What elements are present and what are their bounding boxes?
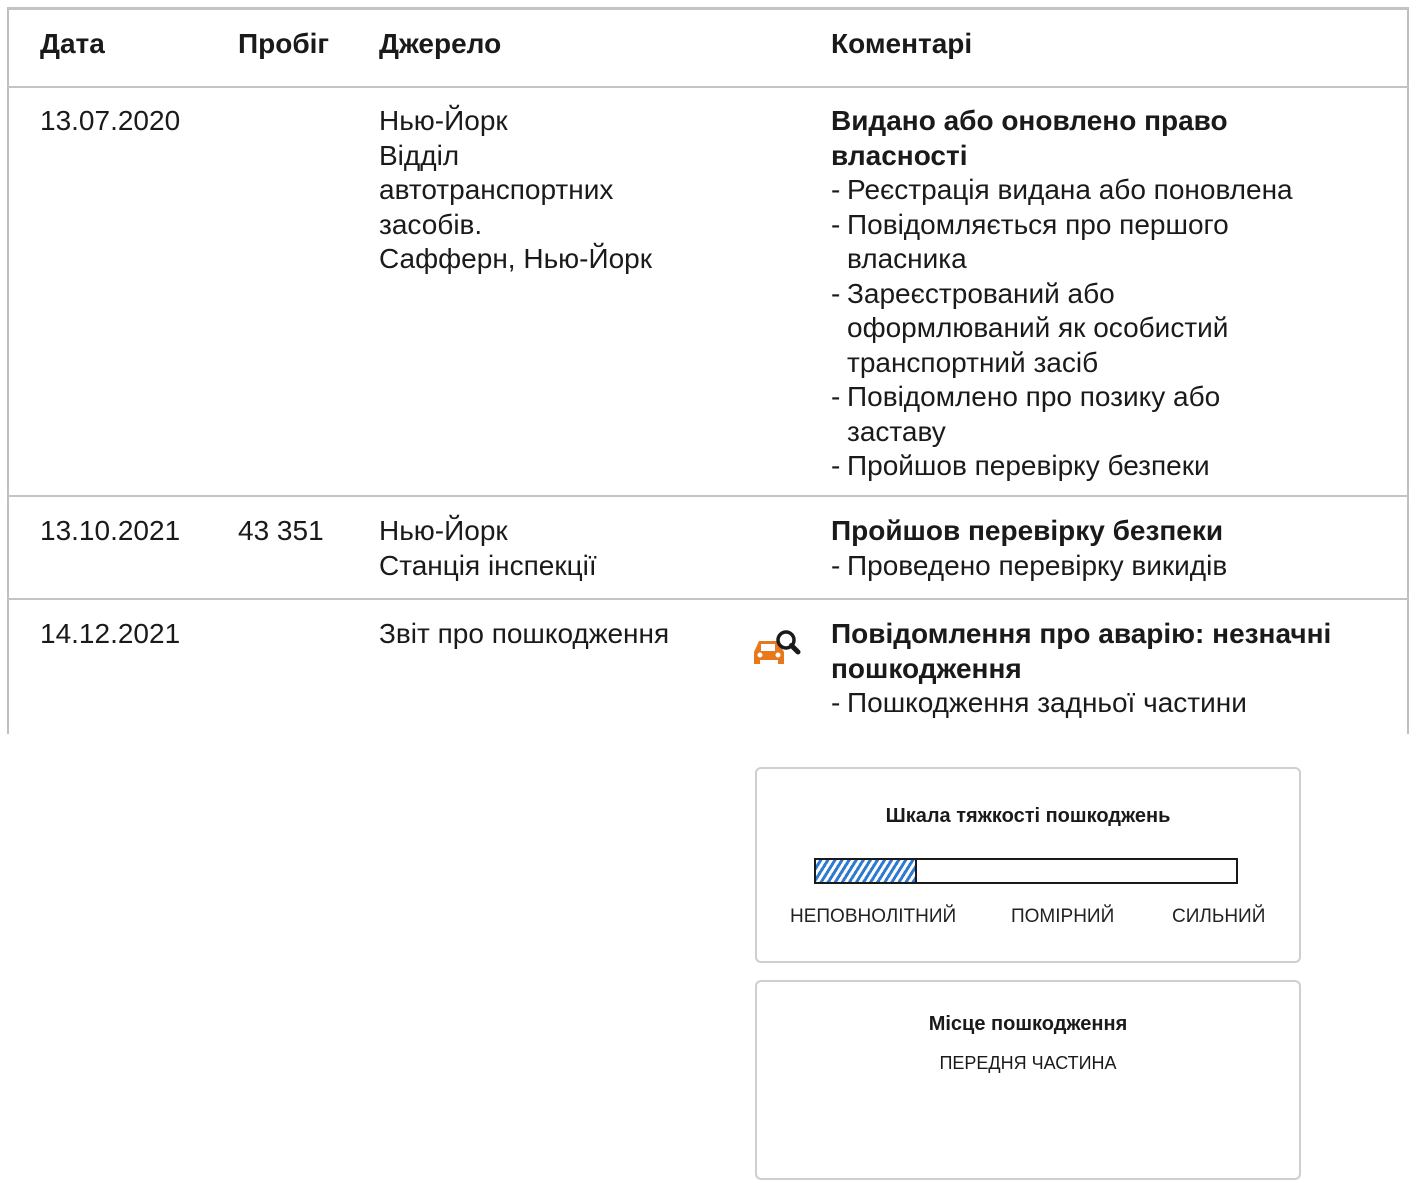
- location-value: ПЕРЕДНЯ ЧАСТИНА: [939, 1053, 1117, 1073]
- severity-label-severe: СИЛЬНИЙ: [1172, 906, 1266, 927]
- row-divider: [7, 598, 1409, 600]
- source-line: автотранспортних: [379, 174, 614, 205]
- comment-title-line: власності: [831, 139, 968, 171]
- severity-bar-fill: [816, 860, 917, 882]
- severity-label-minor: НЕПОВНОЛІТНИЙ: [790, 906, 957, 927]
- source-line: Сафферн, Нью-Йорк: [379, 243, 652, 274]
- row1-source: Нью-Йорк Відділ автотранспортних засобів…: [379, 104, 652, 277]
- header-date: Дата: [40, 28, 105, 59]
- severity-panel: Шкала тяжкості пошкоджень НЕПОВНОЛІТНИЙ …: [755, 767, 1301, 963]
- comment-item: Проведено перевірку викидів: [831, 549, 1391, 584]
- comment-list: Реєстрація видана або поновлена Повідомл…: [831, 173, 1391, 484]
- comment-title: Видано або оновлено право власності: [831, 104, 1391, 173]
- comment-item: Зареєстрований абооформлюваний як особис…: [831, 277, 1391, 381]
- comment-title-line: пошкодження: [831, 652, 1022, 684]
- source-line: Нью-Йорк: [379, 515, 508, 546]
- comment-item: Повідомляється про першоговласника: [831, 208, 1391, 277]
- header-comments: Коментарі: [831, 28, 973, 59]
- row3-source: Звіт про пошкодження: [379, 618, 670, 649]
- row-divider: [7, 86, 1409, 88]
- row-divider: [7, 495, 1409, 497]
- row2-comments: Пройшов перевірку безпеки Проведено пере…: [831, 514, 1391, 583]
- row3-date: 14.12.2021: [40, 618, 181, 649]
- row2-mileage: 43 351: [238, 515, 324, 546]
- row3-comments: Повідомлення про аварію: незначні пошкод…: [831, 617, 1401, 721]
- comment-title: Повідомлення про аварію: незначні пошкод…: [831, 617, 1401, 686]
- car-damage-search-icon: [750, 624, 802, 672]
- comment-list: Пошкодження задньої частини: [831, 686, 1401, 721]
- location-panel: Місце пошкодження ПЕРЕДНЯ ЧАСТИНА: [755, 980, 1301, 1180]
- row1-comments: Видано або оновлено право власності Реєс…: [831, 104, 1391, 484]
- location-title: Місце пошкодження: [928, 1013, 1128, 1035]
- row2-date: 13.10.2021: [40, 515, 181, 546]
- source-line: Станція інспекції: [379, 549, 597, 581]
- comment-item: Реєстрація видана або поновлена: [831, 173, 1391, 208]
- comment-item: Пройшов перевірку безпеки: [831, 449, 1391, 484]
- severity-bar: [814, 858, 1238, 884]
- severity-label-moderate: ПОМІРНИЙ: [1011, 906, 1115, 927]
- comment-title-line: Видано або оновлено право: [831, 105, 1228, 136]
- comment-list: Проведено перевірку викидів: [831, 549, 1391, 584]
- source-line: засобів.: [379, 208, 483, 240]
- severity-title: Шкала тяжкості пошкоджень: [885, 805, 1171, 827]
- comment-item: Повідомлено про позику абозаставу: [831, 380, 1391, 449]
- row2-source: Нью-Йорк Станція інспекції: [379, 514, 597, 583]
- comment-title: Пройшов перевірку безпеки: [831, 515, 1224, 546]
- row1-date: 13.07.2020: [40, 105, 181, 136]
- header-mileage: Пробіг: [238, 28, 330, 59]
- comment-item: Пошкодження задньої частини: [831, 686, 1401, 721]
- header-source: Джерело: [379, 28, 502, 59]
- source-line: Відділ: [379, 139, 460, 171]
- source-line: Нью-Йорк: [379, 105, 508, 136]
- comment-title-line: Повідомлення про аварію: незначні: [831, 618, 1332, 649]
